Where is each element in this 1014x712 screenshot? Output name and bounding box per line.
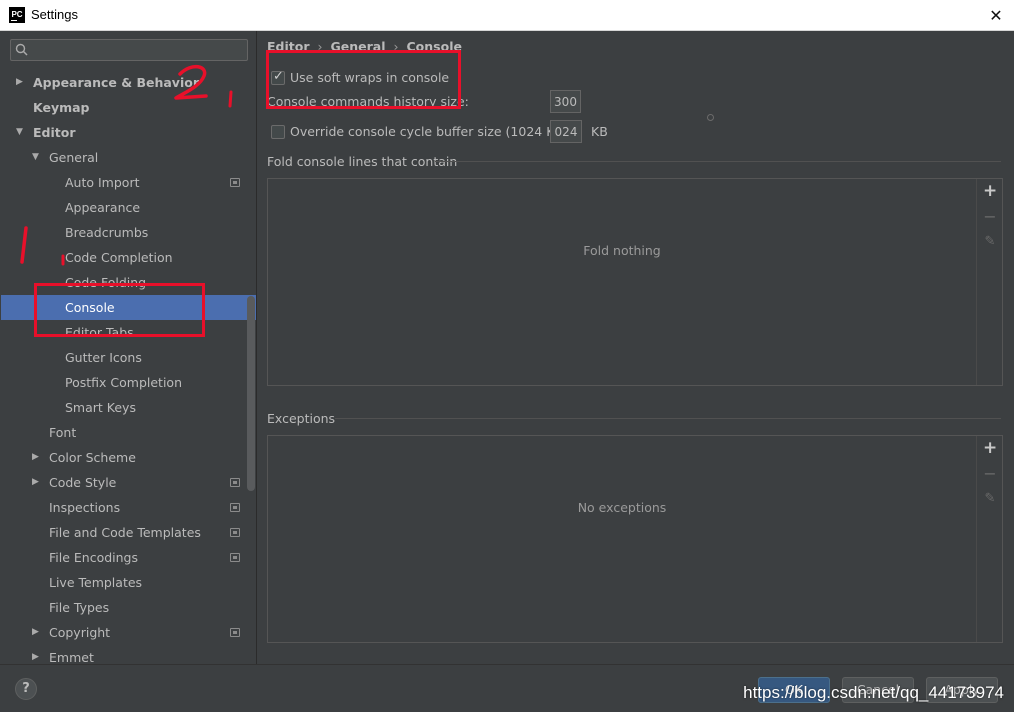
sidebar-item-editor[interactable]: ▼ Editor [1, 120, 256, 145]
loading-indicator-icon [707, 114, 714, 121]
sidebar-item-breadcrumbs[interactable]: Breadcrumbs [1, 220, 256, 245]
sidebar-item-label: Appearance & Behavior [33, 75, 199, 90]
collapsed-arrow-icon[interactable]: ▶ [16, 70, 26, 95]
fold-lines-list[interactable]: Fold nothing + − ✎ [267, 178, 1003, 386]
sidebar-item-appearance[interactable]: Appearance [1, 195, 256, 220]
sidebar-item-color-scheme[interactable]: ▶ Color Scheme [1, 445, 256, 470]
sidebar-item-postfix-completion[interactable]: Postfix Completion [1, 370, 256, 395]
exceptions-list[interactable]: No exceptions + − ✎ [267, 435, 1003, 643]
expanded-arrow-icon[interactable]: ▼ [32, 145, 42, 170]
collapsed-arrow-icon[interactable]: ▶ [32, 645, 42, 664]
project-settings-icon [230, 503, 240, 512]
sidebar-item-label: Inspections [49, 500, 121, 515]
sidebar-item-label: File Types [49, 600, 110, 615]
fold-remove-icon[interactable]: − [983, 209, 997, 225]
sidebar-item-label: File Encodings [49, 550, 139, 565]
exceptions-add-icon[interactable]: + [983, 440, 997, 457]
buffer-size-input[interactable] [550, 120, 582, 143]
pycharm-logo-icon: PC [9, 7, 25, 23]
sidebar-item-label: Code Style [49, 475, 117, 490]
search-icon [15, 43, 28, 56]
sidebar-item-smart-keys[interactable]: Smart Keys [1, 395, 256, 420]
sidebar-item-code-completion[interactable]: Code Completion [1, 245, 256, 270]
sidebar-scrollbar[interactable] [247, 296, 255, 491]
fold-list-toolbar: + − ✎ [976, 179, 1002, 385]
exceptions-empty-text: No exceptions [577, 500, 667, 515]
sidebar-item-appearance-behavior[interactable]: ▶ Appearance & Behavior [1, 70, 256, 95]
sidebar-item-copyright[interactable]: ▶ Copyright [1, 620, 256, 645]
fold-section-divider [435, 161, 1001, 162]
sidebar-item-label: Editor [33, 125, 76, 140]
exceptions-remove-icon[interactable]: − [983, 466, 997, 482]
exceptions-section-title: Exceptions [267, 411, 336, 426]
fold-section-title: Fold console lines that contain [267, 154, 458, 169]
sidebar-item-label: Color Scheme [49, 450, 136, 465]
sidebar-item-gutter-icons[interactable]: Gutter Icons [1, 345, 256, 370]
expanded-arrow-icon[interactable]: ▼ [16, 120, 26, 145]
window-title: Settings [31, 7, 78, 22]
annotation-box-console [34, 283, 205, 337]
sidebar-item-label: Keymap [33, 100, 90, 115]
sidebar-item-auto-import[interactable]: Auto Import [1, 170, 256, 195]
close-window-button[interactable]: ✕ [978, 0, 1014, 31]
sidebar-item-label: Breadcrumbs [65, 225, 149, 240]
sidebar-item-label: Live Templates [49, 575, 143, 590]
sidebar-item-general[interactable]: ▼ General [1, 145, 256, 170]
exceptions-section-divider [335, 418, 1001, 419]
project-settings-icon [230, 628, 240, 637]
fold-edit-icon[interactable]: ✎ [983, 235, 997, 249]
csdn-watermark: https://blog.csdn.net/qq_44173974 [743, 683, 1004, 702]
history-size-input[interactable] [550, 90, 581, 113]
project-settings-icon [230, 553, 240, 562]
exceptions-edit-icon[interactable]: ✎ [983, 492, 997, 506]
sidebar-item-label: Copyright [49, 625, 111, 640]
sidebar-item-file-types[interactable]: File Types [1, 595, 256, 620]
settings-search-input[interactable] [37, 42, 242, 58]
annotation-box-soft-wraps [266, 50, 461, 109]
project-settings-icon [230, 478, 240, 487]
sidebar-item-file-and-code-templates[interactable]: File and Code Templates [1, 520, 256, 545]
sidebar-item-keymap[interactable]: Keymap [1, 95, 256, 120]
fold-add-icon[interactable]: + [983, 183, 997, 200]
sidebar-item-label: File and Code Templates [49, 525, 201, 540]
sidebar-item-font[interactable]: Font [1, 420, 256, 445]
project-settings-icon [230, 528, 240, 537]
sidebar-item-label: Auto Import [65, 175, 140, 190]
buffer-unit-label: KB [591, 124, 608, 139]
sidebar-item-label: Smart Keys [65, 400, 136, 415]
fold-empty-text: Fold nothing [583, 243, 661, 258]
sidebar-item-label: General [49, 150, 99, 165]
sidebar-item-label: Gutter Icons [65, 350, 142, 365]
settings-sidebar: ▶ Appearance & Behavior Keymap ▼ Editor ▼ Gene… [1, 31, 256, 664]
sidebar-item-label: Font [49, 425, 77, 440]
sidebar-item-live-templates[interactable]: Live Templates [1, 570, 256, 595]
settings-tree: ▶ Appearance & Behavior Keymap ▼ Editor ▼ Gene… [1, 70, 256, 664]
console-settings-panel: Editor›General›Console Use soft wraps in… [257, 31, 1013, 664]
override-buffer-checkbox[interactable] [271, 125, 285, 139]
sidebar-item-label: Emmet [49, 650, 94, 664]
sidebar-item-label: Postfix Completion [65, 375, 182, 390]
collapsed-arrow-icon[interactable]: ▶ [32, 445, 42, 470]
title-bar: PC Settings ✕ [0, 0, 1014, 31]
sidebar-item-label: Appearance [65, 200, 141, 215]
collapsed-arrow-icon[interactable]: ▶ [32, 620, 42, 645]
sidebar-item-file-encodings[interactable]: File Encodings [1, 545, 256, 570]
exceptions-list-toolbar: + − ✎ [976, 436, 1002, 642]
collapsed-arrow-icon[interactable]: ▶ [32, 470, 42, 495]
override-buffer-label: Override console cycle buffer size (1024… [290, 124, 568, 139]
sidebar-item-emmet[interactable]: ▶ Emmet [1, 645, 256, 664]
sidebar-item-code-style[interactable]: ▶ Code Style [1, 470, 256, 495]
settings-search-box[interactable] [10, 39, 248, 61]
sidebar-item-label: Code Completion [65, 250, 173, 265]
project-settings-icon [230, 178, 240, 187]
help-button[interactable]: ? [15, 678, 37, 700]
sidebar-item-inspections[interactable]: Inspections [1, 495, 256, 520]
